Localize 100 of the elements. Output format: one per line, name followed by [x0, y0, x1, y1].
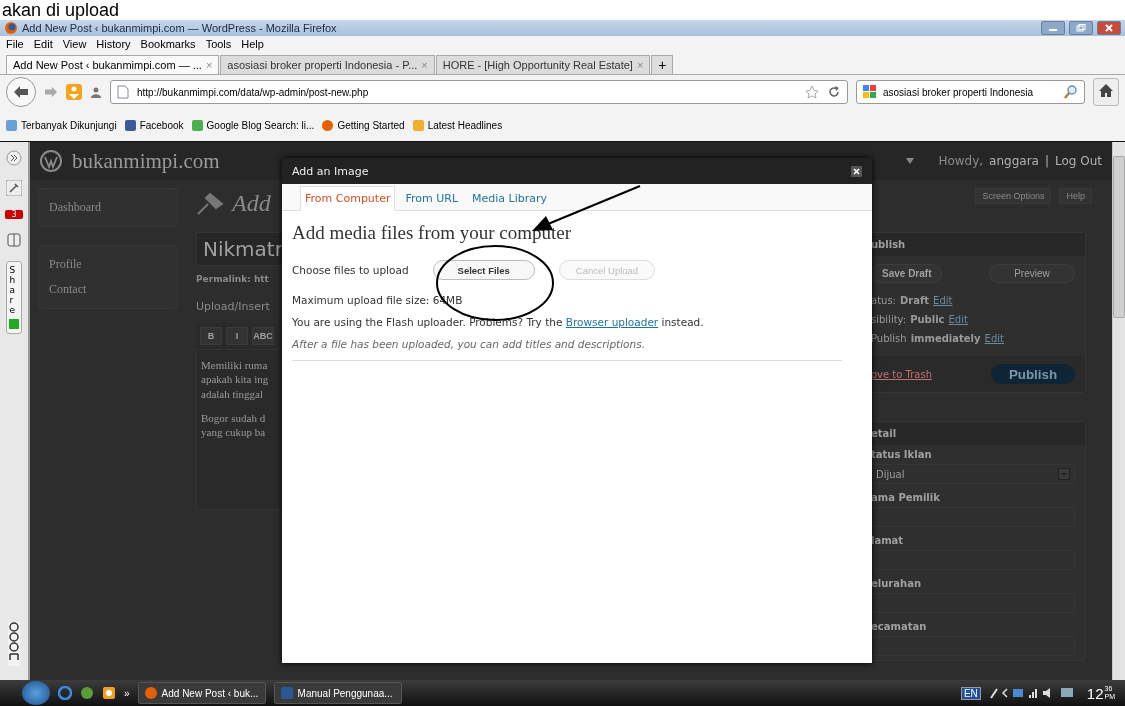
site-title[interactable]: bukanmimpi.com: [72, 148, 220, 174]
field-label: ama Pemilik: [871, 492, 941, 503]
browser-tab[interactable]: HORE - [High Opportunity Real Estate] ×: [435, 55, 651, 74]
bookmark-link[interactable]: Getting Started: [322, 119, 405, 131]
post-paragraph: Memiliki ruma apakah kita ing adalah tinggal: [201, 358, 269, 401]
address-field[interactable]: http://bukanmimpi.com/data/wp-admin/post-new.php: [110, 80, 848, 104]
home-icon[interactable]: [1099, 84, 1113, 97]
browser-tab[interactable]: Add New Post ‹ bukanmimpi.com — ... ×: [6, 55, 220, 74]
username-link[interactable]: anggara: [989, 154, 1039, 168]
app-quicklaunch-icon[interactable]: [102, 686, 116, 700]
post-paragraph: Bogor sudah d yang cukup ba: [201, 410, 266, 440]
dialog-tab[interactable]: From Computer: [300, 186, 396, 211]
bookmark-link[interactable]: Latest Headlines: [412, 119, 503, 131]
close-icon[interactable]: [851, 165, 862, 177]
save-draft-button[interactable]: Save Draft: [871, 264, 943, 283]
menu-item[interactable]: File: [6, 38, 24, 50]
field-label: elurahan: [871, 578, 922, 589]
bookmark-link[interactable]: Terbanyak Dikunjungi: [6, 119, 117, 131]
bookmark-link[interactable]: Google Blog Search: li...: [191, 119, 315, 131]
text-field[interactable]: [871, 507, 1075, 527]
screen-options-button[interactable]: Screen Options: [975, 188, 1052, 204]
text-field[interactable]: [871, 550, 1075, 570]
dialog-title: Add an Image: [292, 164, 369, 178]
menu-item[interactable]: Tools: [205, 38, 232, 50]
text-field[interactable]: [871, 636, 1075, 656]
select-field[interactable]: Dijual: [871, 464, 1075, 484]
taskbar-button[interactable]: Manual Penggunaa...: [273, 682, 402, 704]
preview-button[interactable]: Preview: [989, 264, 1075, 283]
taskbar-button[interactable]: Add New Post ‹ buk...: [137, 682, 266, 704]
star-icon[interactable]: [805, 85, 819, 99]
browser-uploader-link[interactable]: Browser uploader: [565, 316, 659, 328]
format-button[interactable]: B: [200, 327, 222, 345]
reload-icon[interactable]: [827, 85, 841, 99]
field-label: tatus Iklan: [871, 449, 933, 460]
search-icon[interactable]: [1064, 85, 1078, 99]
columns-icon[interactable]: [7, 233, 21, 247]
more-button[interactable]: »: [124, 687, 130, 699]
status-value: Public: [910, 314, 945, 325]
upload-insert-label: Upload/Insert: [196, 300, 270, 313]
window-title: Add New Post ‹ bukanmimpi.com — WordPress - Mozilla Firefox: [22, 22, 337, 34]
edit-link[interactable]: Edit: [984, 333, 1004, 344]
new-tab-button[interactable]: +: [651, 55, 674, 74]
status-label: atus:: [871, 295, 896, 306]
home-button[interactable]: [1093, 78, 1119, 106]
dialog-heading: Add media files from your computer: [292, 222, 573, 244]
status-label: sibility:: [871, 314, 907, 325]
dialog-tab[interactable]: Media Library: [468, 187, 551, 210]
status-label: Publish: [871, 333, 907, 344]
permalink-text: Permalink: htt: [196, 274, 269, 284]
caption-text: akan di upload: [0, 0, 1125, 20]
upload-note: After a file has been uploaded, you can add titles and descriptions.: [292, 338, 646, 350]
menu-item[interactable]: Dashboard: [47, 195, 169, 220]
language-indicator[interactable]: EN: [960, 686, 981, 700]
user-icon[interactable]: [90, 86, 102, 98]
menu-item[interactable]: View: [62, 38, 87, 50]
menu-item[interactable]: History: [96, 38, 131, 50]
notification-badge[interactable]: 3: [5, 210, 23, 219]
howdy-text: Howdy,: [938, 154, 984, 168]
page-title: Add: [232, 189, 271, 217]
menu-item[interactable]: Help: [241, 38, 264, 50]
bookmark-link[interactable]: Facebook: [124, 119, 184, 131]
logout-link[interactable]: Log Out: [1055, 154, 1102, 168]
menu-item[interactable]: Edit: [33, 38, 53, 50]
dialog-tab[interactable]: From URL: [401, 187, 462, 210]
text-field[interactable]: [871, 593, 1075, 613]
tab-close-button[interactable]: ×: [205, 59, 213, 71]
menu-item[interactable]: Profile: [47, 252, 169, 277]
help-button[interactable]: Help: [1059, 188, 1092, 204]
minimize-button[interactable]: [1041, 21, 1065, 35]
restore-icon[interactable]: [1076, 24, 1086, 32]
choose-files-label: Choose files to upload: [292, 264, 409, 276]
search-field[interactable]: asosiasi broker properti Indonesia: [856, 80, 1085, 104]
wordpress-logo-icon: [40, 150, 62, 172]
back-arrow-icon[interactable]: [13, 85, 29, 99]
browser-tab[interactable]: asosiasi broker properti Indonesia - P... ×: [220, 55, 435, 74]
start-button[interactable]: [22, 681, 50, 705]
search-engine-icon: [863, 85, 877, 99]
separator-text: |: [1044, 154, 1049, 168]
menu-item[interactable]: Contact: [47, 277, 169, 302]
edit-link[interactable]: Edit: [948, 314, 968, 325]
share-button[interactable]: Share: [6, 261, 22, 335]
format-button[interactable]: ABC: [252, 327, 274, 345]
status-value: Draft: [899, 295, 930, 306]
trash-link[interactable]: ove to Trash: [871, 368, 932, 380]
expand-icon[interactable]: [6, 150, 22, 166]
select-files-button[interactable]: Select Files: [432, 260, 535, 280]
restore-button[interactable]: [1069, 21, 1093, 35]
back-button[interactable]: [6, 77, 36, 107]
publish-button[interactable]: Publish: [991, 364, 1075, 384]
format-button[interactable]: I: [226, 327, 248, 345]
menu-item[interactable]: Bookmarks: [140, 38, 196, 50]
close-button[interactable]: [1097, 21, 1121, 35]
browser-logo-icon: [4, 21, 18, 35]
edit-link[interactable]: Edit: [933, 295, 953, 306]
yoono-logo-icon[interactable]: [8, 622, 20, 666]
field-label: lamat: [871, 535, 905, 546]
wrench-icon[interactable]: [6, 180, 22, 196]
dropdown-caret-icon[interactable]: [906, 158, 915, 164]
status-value: immediately: [910, 333, 981, 344]
scrollbar[interactable]: [1112, 142, 1125, 680]
